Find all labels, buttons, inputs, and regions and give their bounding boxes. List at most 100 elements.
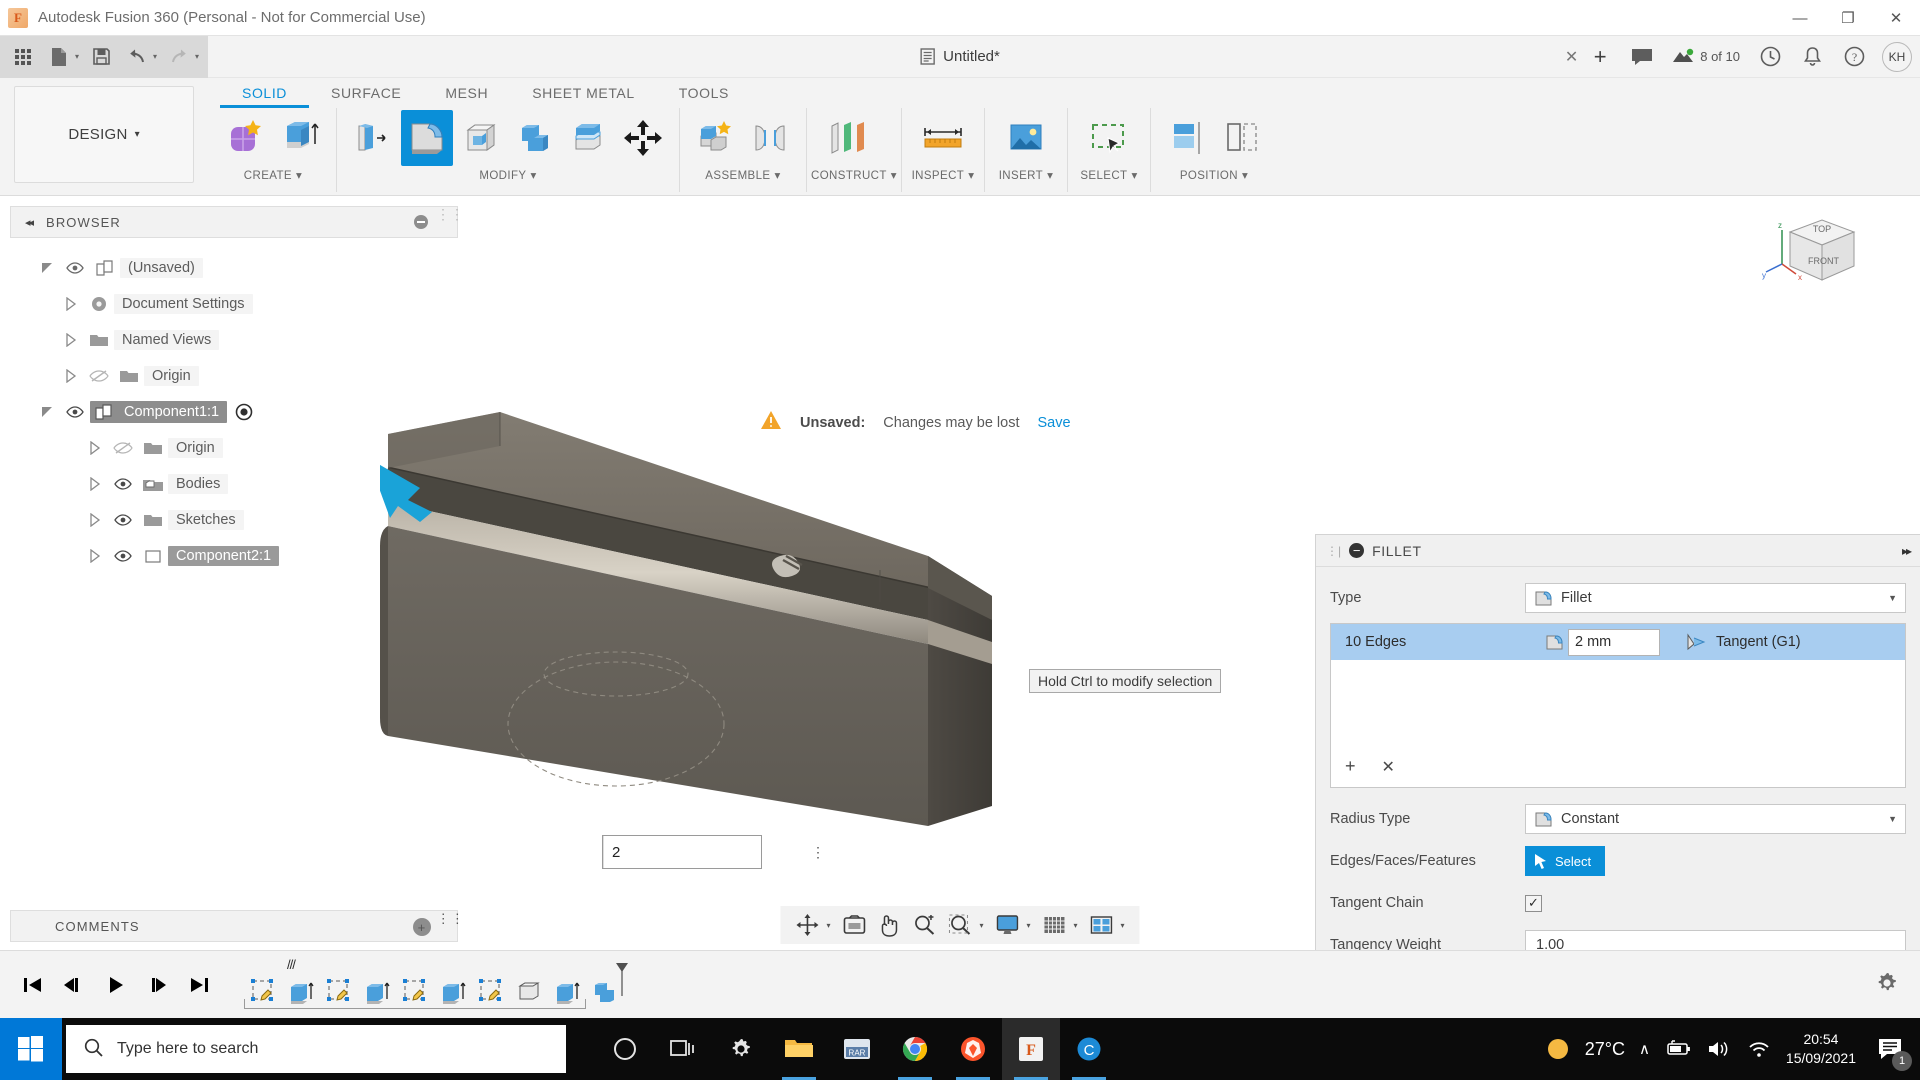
visibility-hidden-icon[interactable] xyxy=(84,369,114,383)
play-icon[interactable] xyxy=(98,965,134,1005)
insert-canvas-icon[interactable] xyxy=(995,110,1057,166)
tree-row-origin[interactable]: Origin xyxy=(10,358,458,394)
zoom-icon[interactable] xyxy=(907,909,941,941)
panel-select-label[interactable]: SELECT▾ xyxy=(1072,168,1146,188)
expander-closed-icon[interactable] xyxy=(58,297,84,311)
file-explorer-icon[interactable] xyxy=(770,1018,828,1080)
offset-plane-icon[interactable] xyxy=(817,110,881,166)
fillet-dialog-header[interactable]: ⋮| − FILLET ▸▸ xyxy=(1316,535,1920,567)
extrude-icon[interactable] xyxy=(274,110,326,166)
undo-caret-icon[interactable]: ▾ xyxy=(153,52,157,61)
go-to-end-icon[interactable] xyxy=(182,965,218,1005)
visibility-eye-icon[interactable] xyxy=(108,550,138,562)
measure-icon[interactable] xyxy=(912,110,974,166)
tangent-chain-checkbox[interactable]: ✓ xyxy=(1525,895,1542,912)
visibility-eye-icon[interactable] xyxy=(60,406,90,418)
step-back-icon[interactable] xyxy=(56,965,92,1005)
tray-chevron-icon[interactable]: ∧ xyxy=(1639,1040,1650,1058)
activate-component-icon[interactable] xyxy=(235,403,253,421)
new-document-caret-icon[interactable]: ▾ xyxy=(75,52,79,61)
panel-construct-label[interactable]: CONSTRUCT▾ xyxy=(811,168,897,188)
tangency-weight-input[interactable]: 1.00 xyxy=(1525,930,1906,950)
pan-icon[interactable] xyxy=(873,909,905,941)
close-tab-icon[interactable]: ✕ xyxy=(1565,47,1578,67)
expand-right-icon[interactable]: ▸▸ xyxy=(1902,544,1910,558)
chevron-down-icon[interactable]: ▼ xyxy=(1888,593,1897,603)
visibility-eye-icon[interactable] xyxy=(108,514,138,526)
add-comment-icon[interactable]: + xyxy=(413,918,431,936)
brave-icon[interactable] xyxy=(944,1018,1002,1080)
undo-icon[interactable] xyxy=(120,40,154,74)
look-at-icon[interactable] xyxy=(837,909,871,941)
select-button[interactable]: Select xyxy=(1525,846,1605,876)
edge-radius-value[interactable]: 2 mm xyxy=(1568,629,1660,656)
radius-type-select[interactable]: Constant ▼ xyxy=(1525,804,1906,834)
radius-input[interactable] xyxy=(604,844,811,861)
browser-resize-grip[interactable]: ⋮⋮ xyxy=(436,206,464,238)
visibility-hidden-icon[interactable] xyxy=(108,441,138,455)
grid-snaps-caret-icon[interactable]: ▾ xyxy=(1074,921,1083,930)
model-3d-viewport[interactable] xyxy=(380,406,1100,869)
press-pull-icon[interactable] xyxy=(347,110,399,166)
visibility-eye-icon[interactable] xyxy=(108,478,138,490)
zoom-window-caret-icon[interactable]: ▾ xyxy=(979,921,988,930)
tree-row-document-settings[interactable]: Document Settings xyxy=(10,286,458,322)
avatar[interactable]: KH xyxy=(1882,42,1912,72)
move-copy-icon[interactable] xyxy=(617,110,669,166)
search-input[interactable]: Type here to search xyxy=(66,1025,566,1073)
cortana-circle-icon[interactable]: C xyxy=(1060,1018,1118,1080)
battery-charging-icon[interactable] xyxy=(1664,1040,1692,1058)
panel-modify-label[interactable]: MODIFY▾ xyxy=(341,168,675,188)
grid-apps-icon[interactable] xyxy=(6,40,40,74)
zoom-window-icon[interactable] xyxy=(943,909,977,941)
grid-snaps-icon[interactable] xyxy=(1038,909,1072,941)
tab-tools[interactable]: TOOLS xyxy=(657,82,751,108)
display-settings-icon[interactable] xyxy=(990,909,1024,941)
align-icon[interactable] xyxy=(1161,110,1213,166)
tab-solid[interactable]: SOLID xyxy=(220,82,309,108)
comments-panel[interactable]: COMMENTS + ⋮⋮ xyxy=(10,910,458,942)
chrome-icon[interactable] xyxy=(886,1018,944,1080)
visibility-eye-icon[interactable] xyxy=(60,262,90,274)
canvas-work-area[interactable]: ◂◂ BROWSER ⋮⋮ (Unsaved) xyxy=(0,196,1920,950)
new-document-icon[interactable] xyxy=(42,40,76,74)
offset-face-icon[interactable] xyxy=(563,110,615,166)
speaker-icon[interactable] xyxy=(1706,1039,1732,1059)
tab-sheet-metal[interactable]: SHEET METAL xyxy=(510,82,657,108)
minimize-dialog-icon[interactable]: − xyxy=(1349,543,1364,558)
tree-row-named-views[interactable]: Named Views xyxy=(10,322,458,358)
close-button[interactable]: ✕ xyxy=(1872,0,1920,36)
expander-open-icon[interactable] xyxy=(34,261,60,275)
redo-caret-icon[interactable]: ▾ xyxy=(195,52,199,61)
viewports-caret-icon[interactable]: ▾ xyxy=(1121,921,1130,930)
expander-closed-icon[interactable] xyxy=(58,369,84,383)
bell-icon[interactable] xyxy=(1792,40,1832,74)
view-position-icon[interactable] xyxy=(1215,110,1267,166)
timeline-settings-gear-icon[interactable] xyxy=(1874,970,1900,999)
browser-minimize-icon[interactable] xyxy=(413,214,429,230)
save-icon[interactable] xyxy=(84,40,118,74)
viewports-icon[interactable] xyxy=(1085,909,1119,941)
go-to-start-icon[interactable] xyxy=(14,965,50,1005)
document-tab[interactable]: Untitled* xyxy=(920,36,1000,78)
add-selection-button[interactable]: + xyxy=(1345,756,1356,777)
new-sketch-icon[interactable] xyxy=(220,110,272,166)
tree-row-unsaved[interactable]: (Unsaved) xyxy=(10,250,458,286)
maximize-button[interactable]: ❐ xyxy=(1824,0,1872,36)
panel-position-label[interactable]: POSITION▾ xyxy=(1155,168,1273,188)
fillet-type-select[interactable]: Fillet ▼ xyxy=(1525,583,1906,613)
windows-start-icon[interactable] xyxy=(0,1018,62,1080)
comments-resize-grip[interactable]: ⋮⋮ xyxy=(437,911,465,943)
task-view-icon[interactable] xyxy=(654,1018,712,1080)
dialog-drag-handle[interactable]: ⋮| xyxy=(1326,544,1341,558)
expander-closed-icon[interactable] xyxy=(82,477,108,491)
expander-closed-icon[interactable] xyxy=(82,441,108,455)
settings-icon[interactable] xyxy=(712,1018,770,1080)
chevron-down-icon[interactable]: ▼ xyxy=(1888,814,1897,824)
remove-selection-button[interactable]: ✕ xyxy=(1382,757,1395,777)
radius-input-menu-icon[interactable]: ⋮ xyxy=(811,844,825,861)
step-forward-icon[interactable] xyxy=(140,965,176,1005)
expander-closed-icon[interactable] xyxy=(82,549,108,563)
help-icon[interactable]: ? xyxy=(1834,40,1874,74)
joint-icon[interactable] xyxy=(744,110,796,166)
